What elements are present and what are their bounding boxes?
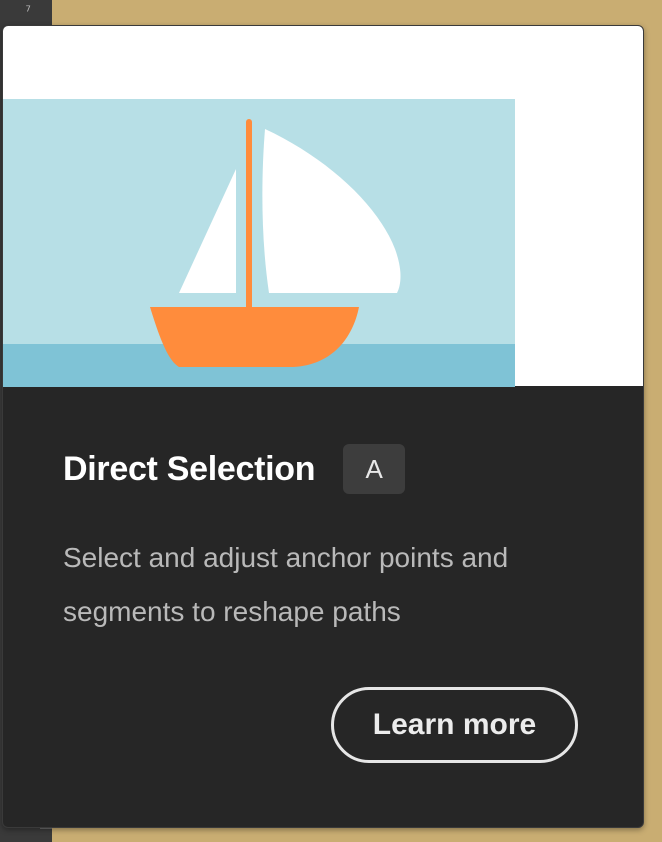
learn-more-button[interactable]: Learn more — [331, 687, 578, 763]
tool-tooltip-card: Direct Selection A Select and adjust anc… — [2, 25, 644, 828]
tool-name-title: Direct Selection — [63, 449, 316, 488]
sailboat-preview-illustration — [3, 99, 515, 387]
keyboard-shortcut-badge: A — [343, 444, 406, 494]
tool-title-row: Direct Selection A — [63, 444, 406, 494]
tool-description: Select and adjust anchor points and segm… — [63, 542, 509, 627]
mast — [246, 119, 252, 311]
tool-preview-area — [3, 26, 643, 387]
toolbar-tool-icon[interactable]: ⁷ — [24, 2, 44, 22]
